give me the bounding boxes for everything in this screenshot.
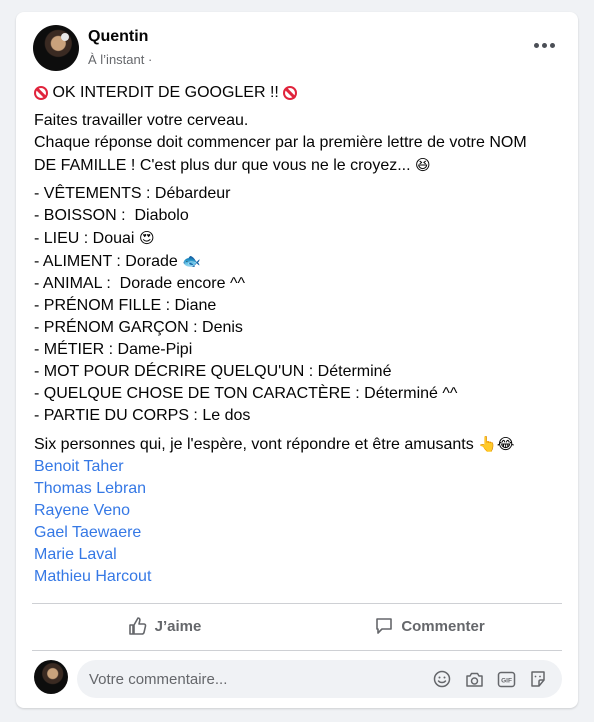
prohibited-icon: [34, 86, 48, 100]
list-item: - PARTIE DU CORPS : Le dos: [34, 407, 251, 424]
list-item: - VÊTEMENTS : Débardeur: [34, 185, 231, 202]
author-avatar[interactable]: [33, 25, 79, 71]
like-button[interactable]: J’aime: [32, 606, 297, 646]
comment-icon: [376, 618, 393, 634]
list-item: - PRÉNOM GARÇON : Denis: [34, 319, 243, 336]
intro-line: Faites travailler votre cerveau.: [34, 112, 249, 129]
camera-icon[interactable]: [464, 669, 484, 689]
post-title: OK INTERDIT DE GOOGLER !!: [52, 84, 279, 101]
list-item: - ANIMAL : Dorade encore ^^: [34, 275, 245, 292]
intro-line: Chaque réponse doit commencer par la pre…: [34, 134, 527, 151]
comment-box: GIF: [77, 660, 562, 698]
grinning-squinting-icon: 😆: [415, 156, 431, 174]
post-header: Quentin À l’instant ·: [33, 25, 562, 75]
svg-text:GIF: GIF: [501, 677, 512, 684]
list-item: - ALIMENT : Dorade: [34, 253, 178, 270]
comment-composer: GIF: [32, 660, 562, 698]
closing-line: Six personnes qui, je l'espère, vont rép…: [34, 433, 564, 456]
more-options-icon[interactable]: [526, 31, 562, 59]
divider: [32, 603, 562, 604]
post-timestamp[interactable]: À l’instant ·: [88, 52, 152, 67]
smiley-icon[interactable]: [432, 669, 452, 689]
sticker-icon[interactable]: [528, 669, 548, 689]
gif-icon[interactable]: GIF: [496, 669, 516, 689]
tagged-person[interactable]: Gael Taewaere: [34, 522, 564, 544]
divider: [32, 650, 562, 651]
list-item: - PRÉNOM FILLE : Diane: [34, 297, 217, 314]
prohibited-icon: [283, 86, 298, 100]
pointing-hand-icon: 👆: [478, 435, 497, 453]
tagged-person[interactable]: Marie Laval: [34, 544, 564, 566]
comment-tools: GIF: [432, 669, 562, 689]
heart-eyes-icon: 😍: [138, 229, 155, 247]
list-item: - MÉTIER : Dame-Pipi: [34, 341, 193, 358]
author-name[interactable]: Quentin: [88, 28, 148, 46]
list-item: - BOISSON : Diabolo: [34, 207, 189, 224]
comment-button[interactable]: Commenter: [297, 606, 562, 646]
user-avatar[interactable]: [34, 660, 68, 694]
intro-line: DE FAMILLE ! C'est plus dur que vous ne …: [34, 157, 411, 174]
fish-icon: 🐟: [182, 252, 201, 270]
list-item: - QUELQUE CHOSE DE TON CARACTÈRE : Déter…: [34, 385, 458, 402]
post-card: Quentin À l’instant · OK INTERDIT DE GOO…: [16, 12, 578, 708]
comment-input[interactable]: [77, 660, 432, 698]
list-item-wrap: - LIEU : Douai 😍: [34, 227, 564, 250]
list-item: - MOT POUR DÉCRIRE QUELQU'UN : Déterminé: [34, 363, 392, 380]
tagged-person[interactable]: Mathieu Harcout: [34, 566, 564, 588]
list-item-wrap: - ALIMENT : Dorade 🐟: [34, 250, 564, 273]
like-label: J’aime: [154, 617, 202, 635]
post-body: OK INTERDIT DE GOOGLER !! Faites travail…: [34, 82, 564, 594]
closing-paragraph: Six personnes qui, je l'espère, vont rép…: [34, 433, 564, 588]
post-actions: J’aime Commenter: [32, 606, 562, 646]
tears-of-joy-icon: 😂: [496, 435, 515, 453]
comment-label: Commenter: [401, 617, 485, 635]
tagged-person[interactable]: Rayene Veno: [34, 500, 564, 522]
post-title-line: OK INTERDIT DE GOOGLER !!: [34, 82, 564, 104]
intro-line-wrap: DE FAMILLE ! C'est plus dur que vous ne …: [34, 154, 564, 177]
tagged-person[interactable]: Benoit Taher: [34, 456, 564, 478]
thumbs-up-icon: [128, 617, 147, 635]
answers-list: - VÊTEMENTS : Débardeur - BOISSON : Diab…: [34, 183, 564, 427]
intro-paragraph: Faites travailler votre cerveau. Chaque …: [34, 110, 564, 177]
closing-text: Six personnes qui, je l'espère, vont rép…: [34, 436, 474, 453]
tagged-person[interactable]: Thomas Lebran: [34, 478, 564, 500]
list-item: - LIEU : Douai: [34, 230, 135, 247]
